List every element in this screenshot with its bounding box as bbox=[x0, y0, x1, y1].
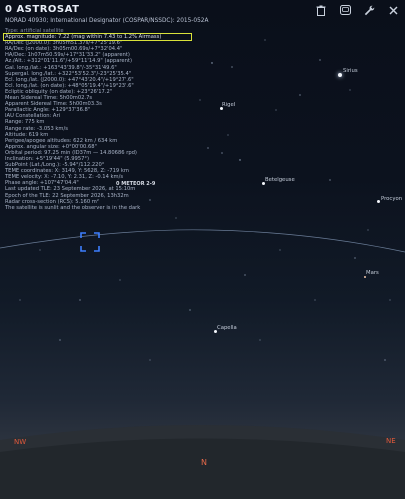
planet-label-mars: Mars bbox=[366, 270, 379, 276]
star-label-betelgeuse: Betelgeuse bbox=[265, 177, 295, 183]
compass-nw: NW bbox=[14, 438, 27, 446]
star-sirius[interactable] bbox=[338, 73, 342, 77]
close-icon[interactable] bbox=[381, 0, 405, 20]
star-procyon[interactable] bbox=[377, 200, 380, 203]
star-label-capella: Capella bbox=[217, 325, 237, 331]
planet-mars[interactable] bbox=[364, 276, 366, 278]
top-toolbar bbox=[309, 0, 405, 20]
star-label-procyon: Procyon bbox=[381, 196, 403, 202]
satellite-marker-meteor[interactable]: 0 METEOR 2-9 bbox=[116, 181, 155, 187]
wrench-icon[interactable] bbox=[357, 0, 381, 20]
celestial-equator-line bbox=[0, 229, 405, 253]
star-label-rigel: Rigel bbox=[222, 102, 236, 108]
object-designator: NORAD 40930; International Designator (C… bbox=[5, 18, 209, 24]
object-info-panel: Type: artificial satellite Approx. magni… bbox=[5, 28, 205, 211]
window-icon[interactable] bbox=[333, 0, 357, 20]
info-line: The satellite is sunlit and the observer… bbox=[5, 204, 141, 211]
star-label-sirius: Sirius bbox=[343, 68, 358, 74]
highlight-box bbox=[3, 33, 192, 41]
trash-icon[interactable] bbox=[309, 0, 333, 20]
compass-ne: NE bbox=[386, 437, 396, 445]
compass-n: N bbox=[201, 458, 207, 467]
object-title: 0 ASTROSAT bbox=[5, 4, 80, 15]
selection-reticle-icon[interactable] bbox=[80, 232, 100, 252]
